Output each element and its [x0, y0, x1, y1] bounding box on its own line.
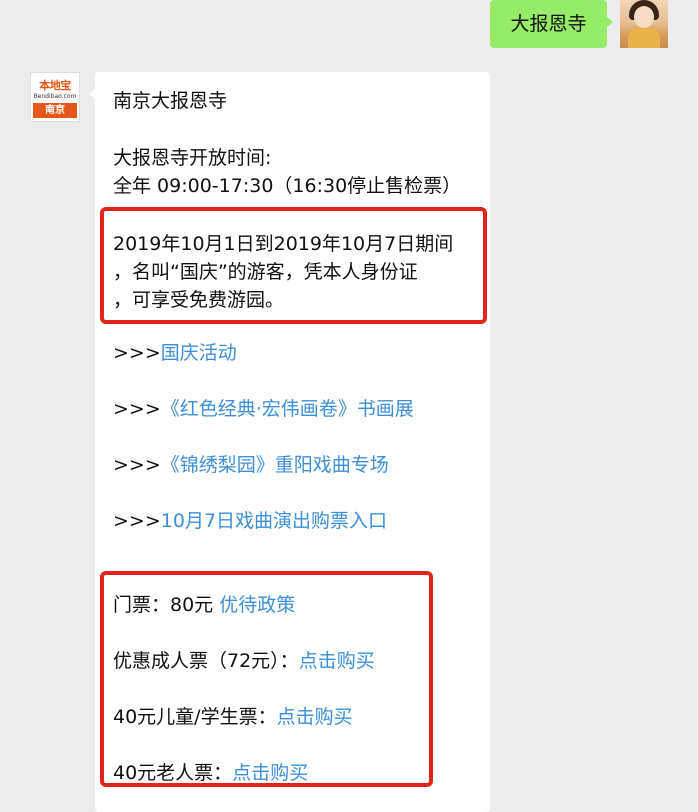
hours-label: 大报恩寺开放时间: [113, 147, 272, 169]
logo-title: 本地宝 [39, 79, 71, 92]
child-ticket-row: 40元儿童/学生票：点击购买 [113, 702, 353, 729]
senior-ticket-row: 40元老人票：点击购买 [113, 758, 308, 785]
bot-avatar[interactable]: 本地宝 Bendibao.com 南京 [30, 72, 80, 122]
outgoing-message-bubble[interactable]: 大报恩寺 [490, 0, 613, 48]
adult-ticket-label: 优惠成人票（72元）： [113, 650, 299, 672]
adult-ticket-row: 优惠成人票（72元）：点击购买 [113, 646, 375, 673]
notice-line-1: 2019年10月1日到2019年10月7日期间 [113, 233, 454, 255]
link-opera-special[interactable]: 《锦绣梨园》重阳戏曲专场 [161, 454, 389, 476]
arrow-prefix: >>> [113, 398, 161, 420]
arrow-prefix: >>> [113, 510, 161, 532]
child-ticket-label: 40元儿童/学生票： [113, 706, 277, 728]
link-row-national-day[interactable]: >>>国庆活动 [113, 338, 237, 365]
child-buy-link[interactable]: 点击购买 [277, 706, 353, 728]
logo-city: 南京 [33, 103, 77, 118]
link-row-art-exhibition[interactable]: >>>《红色经典·宏伟画卷》书画展 [113, 394, 414, 421]
arrow-prefix: >>> [113, 454, 161, 476]
senior-ticket-label: 40元老人票： [113, 762, 233, 784]
ticket-policy-link[interactable]: 优待政策 [219, 594, 295, 616]
link-art-exhibition[interactable]: 《红色经典·宏伟画卷》书画展 [161, 398, 414, 420]
hours-value: 全年 09:00-17:30（16:30停止售检票） [113, 175, 462, 197]
notice-line-2: ，名叫“国庆”的游客，凭本人身份证 [113, 261, 418, 283]
link-row-opera-tickets[interactable]: >>>10月7日戏曲演出购票入口 [113, 506, 387, 533]
user-avatar[interactable] [620, 0, 668, 48]
adult-buy-link[interactable]: 点击购买 [299, 650, 375, 672]
link-opera-ticket-entry[interactable]: 10月7日戏曲演出购票入口 [161, 510, 387, 532]
ticket-row: 门票：80元 优待政策 [113, 590, 295, 617]
arrow-prefix: >>> [113, 342, 161, 364]
message-title: 南京大报恩寺 [113, 90, 228, 112]
ticket-price-label: 门票：80元 [113, 594, 214, 616]
senior-buy-link[interactable]: 点击购买 [232, 762, 308, 784]
logo-url: Bendibao.com [33, 93, 77, 100]
outgoing-message-text: 大报恩寺 [510, 13, 587, 35]
link-national-day-activity[interactable]: 国庆活动 [161, 342, 237, 364]
link-row-opera-special[interactable]: >>>《锦绣梨园》重阳戏曲专场 [113, 450, 389, 477]
notice-line-3: ，可享受免费游园。 [113, 289, 285, 311]
